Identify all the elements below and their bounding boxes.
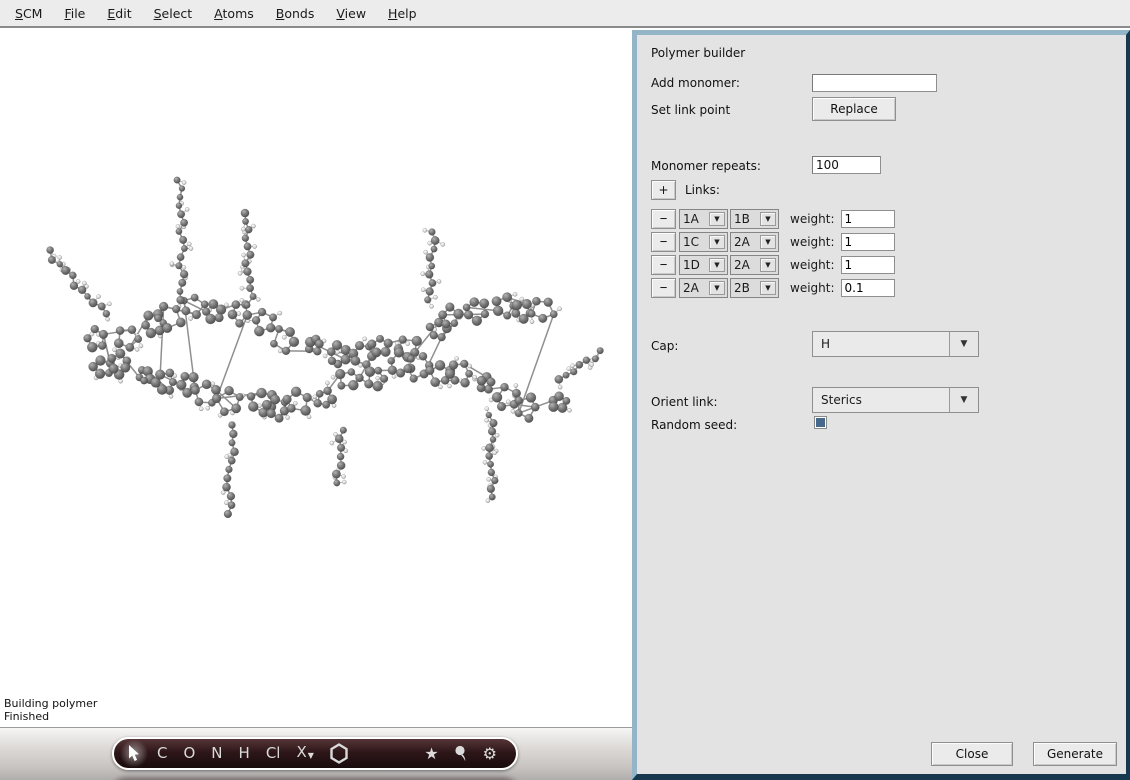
chevron-down-icon: ▼ xyxy=(760,258,776,272)
star-tool-button[interactable]: ★ xyxy=(417,744,445,763)
add-link-button[interactable]: + xyxy=(651,180,676,200)
weight-input[interactable] xyxy=(841,233,895,251)
status-line-1: Building polymer xyxy=(4,697,97,710)
gear-tool-button[interactable]: ⚙ xyxy=(476,744,504,763)
link-from-dropdown-value: 1A xyxy=(680,210,709,228)
application-window: SCMFileEditSelectAtomsBondsViewHelp Buil… xyxy=(0,0,1130,780)
chevron-down-icon: ▼ xyxy=(949,332,978,356)
link-to-dropdown-value: 2B xyxy=(731,279,760,297)
element-button-c[interactable]: C xyxy=(149,739,175,768)
element-button-o[interactable]: O xyxy=(175,739,203,768)
link-from-dropdown-value: 1D xyxy=(680,256,709,274)
status-text: Building polymer Finished xyxy=(4,697,97,723)
remove-link-button[interactable]: − xyxy=(651,209,676,229)
star-icon: ★ xyxy=(424,744,438,763)
orient-link-label: Orient link: xyxy=(651,395,718,409)
weight-input[interactable] xyxy=(841,256,895,274)
link-from-dropdown[interactable]: 1A▼ xyxy=(679,209,728,229)
link-row: −2A▼2B▼weight: xyxy=(651,276,895,299)
link-row: −1C▼2A▼weight: xyxy=(651,230,895,253)
monomer-repeats-label: Monomer repeats: xyxy=(651,159,761,173)
weight-label: weight: xyxy=(790,258,835,272)
menu-item-select[interactable]: Select xyxy=(143,2,204,25)
polymer-builder-panel: Polymer builder Add monomer: Set link po… xyxy=(632,30,1130,780)
hexagon-ring-icon xyxy=(329,743,349,764)
balloon-tool-button[interactable] xyxy=(446,745,476,763)
link-from-dropdown[interactable]: 2A▼ xyxy=(679,278,728,298)
menu-item-atoms[interactable]: Atoms xyxy=(203,2,265,25)
element-button-cl[interactable]: Cl xyxy=(258,739,289,768)
chevron-down-icon: ▼ xyxy=(709,281,725,295)
menu-item-scm[interactable]: SCM xyxy=(4,2,53,25)
orient-link-dropdown-value: Sterics xyxy=(813,388,949,412)
element-button-h[interactable]: H xyxy=(231,739,258,768)
menu-item-bonds[interactable]: Bonds xyxy=(265,2,326,25)
add-monomer-input[interactable] xyxy=(812,74,937,92)
ring-tool-button[interactable] xyxy=(322,743,356,764)
chevron-down-icon: ▼ xyxy=(949,388,978,412)
add-monomer-label: Add monomer: xyxy=(651,76,740,90)
chevron-down-icon: ▼ xyxy=(709,212,725,226)
menu-item-help[interactable]: Help xyxy=(377,2,428,25)
random-seed-label: Random seed: xyxy=(651,418,737,432)
close-button[interactable]: Close xyxy=(931,742,1013,766)
remove-link-button[interactable]: − xyxy=(651,255,676,275)
weight-input[interactable] xyxy=(841,279,895,297)
link-row: −1A▼1B▼weight: xyxy=(651,207,895,230)
links-label: Links: xyxy=(685,183,720,197)
link-from-dropdown[interactable]: 1C▼ xyxy=(679,232,728,252)
orient-link-dropdown[interactable]: Sterics ▼ xyxy=(812,387,979,413)
link-from-dropdown-value: 1C xyxy=(680,233,709,251)
chevron-down-icon: ▼ xyxy=(308,751,314,760)
link-to-dropdown-value: 2A xyxy=(731,256,760,274)
cap-dropdown-value: H xyxy=(813,332,949,356)
chevron-down-icon: ▼ xyxy=(709,258,725,272)
weight-label: weight: xyxy=(790,212,835,226)
menu-item-file[interactable]: File xyxy=(53,2,96,25)
link-to-dropdown[interactable]: 2A▼ xyxy=(730,255,779,275)
random-seed-checkbox[interactable] xyxy=(814,416,827,429)
menu-bar: SCMFileEditSelectAtomsBondsViewHelp xyxy=(0,0,1130,28)
link-to-dropdown[interactable]: 2A▼ xyxy=(730,232,779,252)
polymer-molecule-render xyxy=(0,30,632,725)
gear-icon: ⚙ xyxy=(483,744,497,763)
pointer-icon xyxy=(128,745,141,762)
remove-link-button[interactable]: − xyxy=(651,232,676,252)
chevron-down-icon: ▼ xyxy=(709,235,725,249)
weight-label: weight: xyxy=(790,281,835,295)
chevron-down-icon: ▼ xyxy=(760,281,776,295)
element-toolbar: CONHCl X▼ ★ ⚙ xyxy=(112,737,518,770)
pointer-tool-button[interactable] xyxy=(119,739,149,768)
generate-button[interactable]: Generate xyxy=(1033,742,1117,766)
replace-button[interactable]: Replace xyxy=(812,97,896,121)
weight-label: weight: xyxy=(790,235,835,249)
element-button-n[interactable]: N xyxy=(203,739,230,768)
link-from-dropdown-value: 2A xyxy=(680,279,709,297)
random-seed-checkbox-fill xyxy=(816,418,825,427)
link-to-dropdown[interactable]: 1B▼ xyxy=(730,209,779,229)
weight-input[interactable] xyxy=(841,210,895,228)
link-to-dropdown[interactable]: 2B▼ xyxy=(730,278,779,298)
remove-link-button[interactable]: − xyxy=(651,278,676,298)
chevron-down-icon: ▼ xyxy=(760,212,776,226)
cap-dropdown[interactable]: H ▼ xyxy=(812,331,979,357)
element-x-selector[interactable]: X▼ xyxy=(288,738,321,770)
chevron-down-icon: ▼ xyxy=(760,235,776,249)
panel-title: Polymer builder xyxy=(651,46,745,60)
links-list: −1A▼1B▼weight:−1C▼2A▼weight:−1D▼2A▼weigh… xyxy=(651,207,895,299)
set-link-point-label: Set link point xyxy=(651,103,730,117)
monomer-repeats-input[interactable] xyxy=(812,156,881,174)
status-line-2: Finished xyxy=(4,710,97,723)
menu-item-edit[interactable]: Edit xyxy=(96,2,142,25)
link-to-dropdown-value: 2A xyxy=(731,233,760,251)
balloon-icon xyxy=(453,745,469,763)
cap-label: Cap: xyxy=(651,339,678,353)
bottom-toolbar-strip: CONHCl X▼ ★ ⚙ xyxy=(0,727,632,780)
molecule-viewer[interactable]: Building polymer Finished xyxy=(0,30,632,725)
link-to-dropdown-value: 1B xyxy=(731,210,760,228)
link-row: −1D▼2A▼weight: xyxy=(651,253,895,276)
link-from-dropdown[interactable]: 1D▼ xyxy=(679,255,728,275)
menu-item-view[interactable]: View xyxy=(325,2,377,25)
element-buttons: CONHCl xyxy=(149,739,288,768)
